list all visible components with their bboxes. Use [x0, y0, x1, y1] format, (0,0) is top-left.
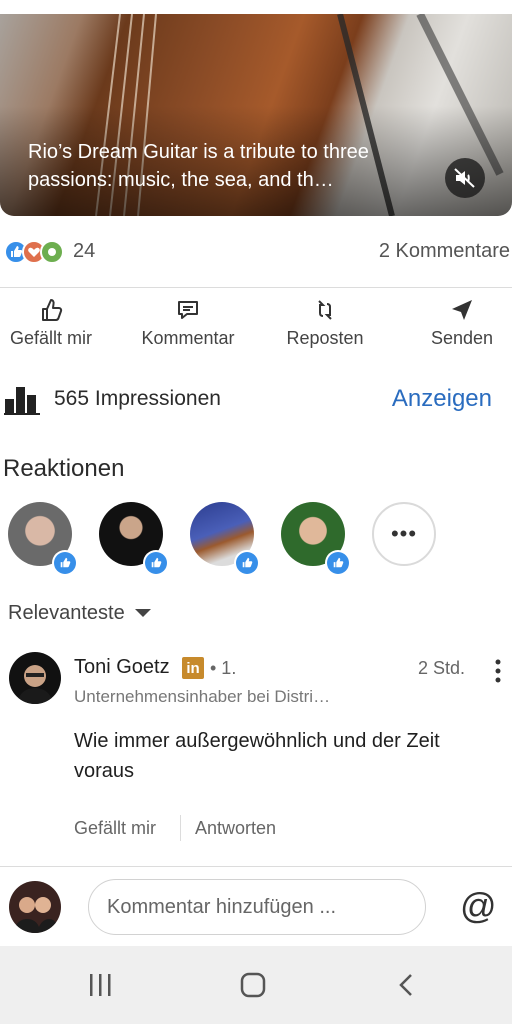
thumbs-up-icon: [60, 557, 71, 568]
user-avatar[interactable]: [9, 881, 61, 933]
reactions-heading: Reaktionen: [3, 455, 125, 482]
send-arrow-icon: [452, 300, 472, 320]
system-nav-bar: [0, 946, 512, 1024]
comment-reply-button[interactable]: Antworten: [195, 818, 276, 839]
view-analytics-link[interactable]: Anzeigen: [392, 385, 492, 413]
commenter-headline: Unternehmensinhaber bei Distri…: [74, 687, 331, 706]
comments-count[interactable]: 2 Kommentare: [379, 240, 510, 263]
commenter-name[interactable]: Toni Goetz: [74, 656, 170, 679]
social-counts-row: 24 2 Kommentare: [0, 236, 512, 270]
post-video[interactable]: Rio’s Dream Guitar is a tribute to three…: [0, 14, 512, 216]
reaction-count[interactable]: 24: [73, 240, 95, 263]
comment-button-label: Kommentar: [141, 328, 235, 348]
send-button-label: Senden: [430, 328, 494, 348]
divider: [180, 815, 181, 841]
bar-chart-icon: [4, 387, 40, 415]
thumbs-up-icon: [333, 557, 344, 568]
recent-apps-button[interactable]: [80, 968, 120, 1002]
comment-text: Wie immer außergewöhnlich und der Zeit v…: [74, 730, 440, 782]
home-icon: [240, 972, 266, 998]
comment-input[interactable]: [88, 879, 426, 935]
comment-bubble-icon: [178, 301, 198, 319]
reactor-avatars: •••: [0, 500, 512, 580]
video-caption: Rio’s Dream Guitar is a tribute to three…: [28, 141, 369, 191]
sort-dropdown[interactable]: Relevanteste: [8, 598, 151, 628]
reactor-avatar[interactable]: [99, 502, 169, 576]
sort-label: Relevanteste: [8, 601, 125, 624]
divider: [0, 866, 512, 867]
send-button[interactable]: Senden: [402, 296, 512, 352]
comment-item: Toni Goetz in • 1. 2 Std. Unternehmensin…: [0, 648, 512, 848]
caret-down-icon: [134, 609, 151, 617]
connection-degree: • 1.: [210, 658, 237, 678]
like-button[interactable]: Gefällt mir: [0, 296, 111, 352]
like-badge: [143, 550, 169, 576]
linkedin-badge-icon: in: [182, 657, 204, 679]
like-badge: [325, 550, 351, 576]
recent-apps-icon: [90, 974, 111, 996]
like-button-label: Gefällt mir: [9, 328, 92, 348]
back-chevron-icon: [399, 974, 412, 996]
mute-button[interactable]: [445, 158, 485, 198]
action-bar: Gefällt mir Kommentar Reposten Senden: [0, 296, 512, 352]
home-button[interactable]: [233, 968, 273, 1002]
like-badge: [234, 550, 260, 576]
repost-arrows-icon: [318, 300, 332, 320]
reaction-icons[interactable]: [4, 240, 64, 266]
reactor-avatar[interactable]: [8, 502, 78, 576]
repost-button[interactable]: Reposten: [265, 296, 385, 352]
more-reactions-button[interactable]: •••: [372, 502, 436, 566]
repost-button-label: Reposten: [286, 328, 364, 348]
reactor-avatar[interactable]: [190, 502, 260, 576]
comment-timestamp: 2 Std.: [418, 658, 466, 678]
thumbs-up-icon: [242, 557, 253, 568]
comment-composer: @: [0, 868, 512, 946]
thumbs-up-icon: [151, 557, 162, 568]
divider: [0, 287, 512, 288]
mention-button[interactable]: @: [460, 886, 497, 926]
speaker-muted-icon: [454, 168, 475, 188]
impressions-count: 565 Impressionen: [54, 387, 221, 410]
like-badge: [52, 550, 78, 576]
thumbs-up-icon: [42, 299, 63, 321]
support-icon: [40, 240, 64, 264]
impressions-row: 565 Impressionen Anzeigen: [0, 380, 512, 420]
more-vertical-icon[interactable]: [491, 658, 505, 684]
reactor-avatar[interactable]: [281, 502, 351, 576]
comment-button[interactable]: Kommentar: [128, 296, 248, 352]
back-button[interactable]: [386, 968, 426, 1002]
commenter-avatar[interactable]: [9, 652, 61, 704]
comment-like-button[interactable]: Gefällt mir: [74, 818, 156, 839]
